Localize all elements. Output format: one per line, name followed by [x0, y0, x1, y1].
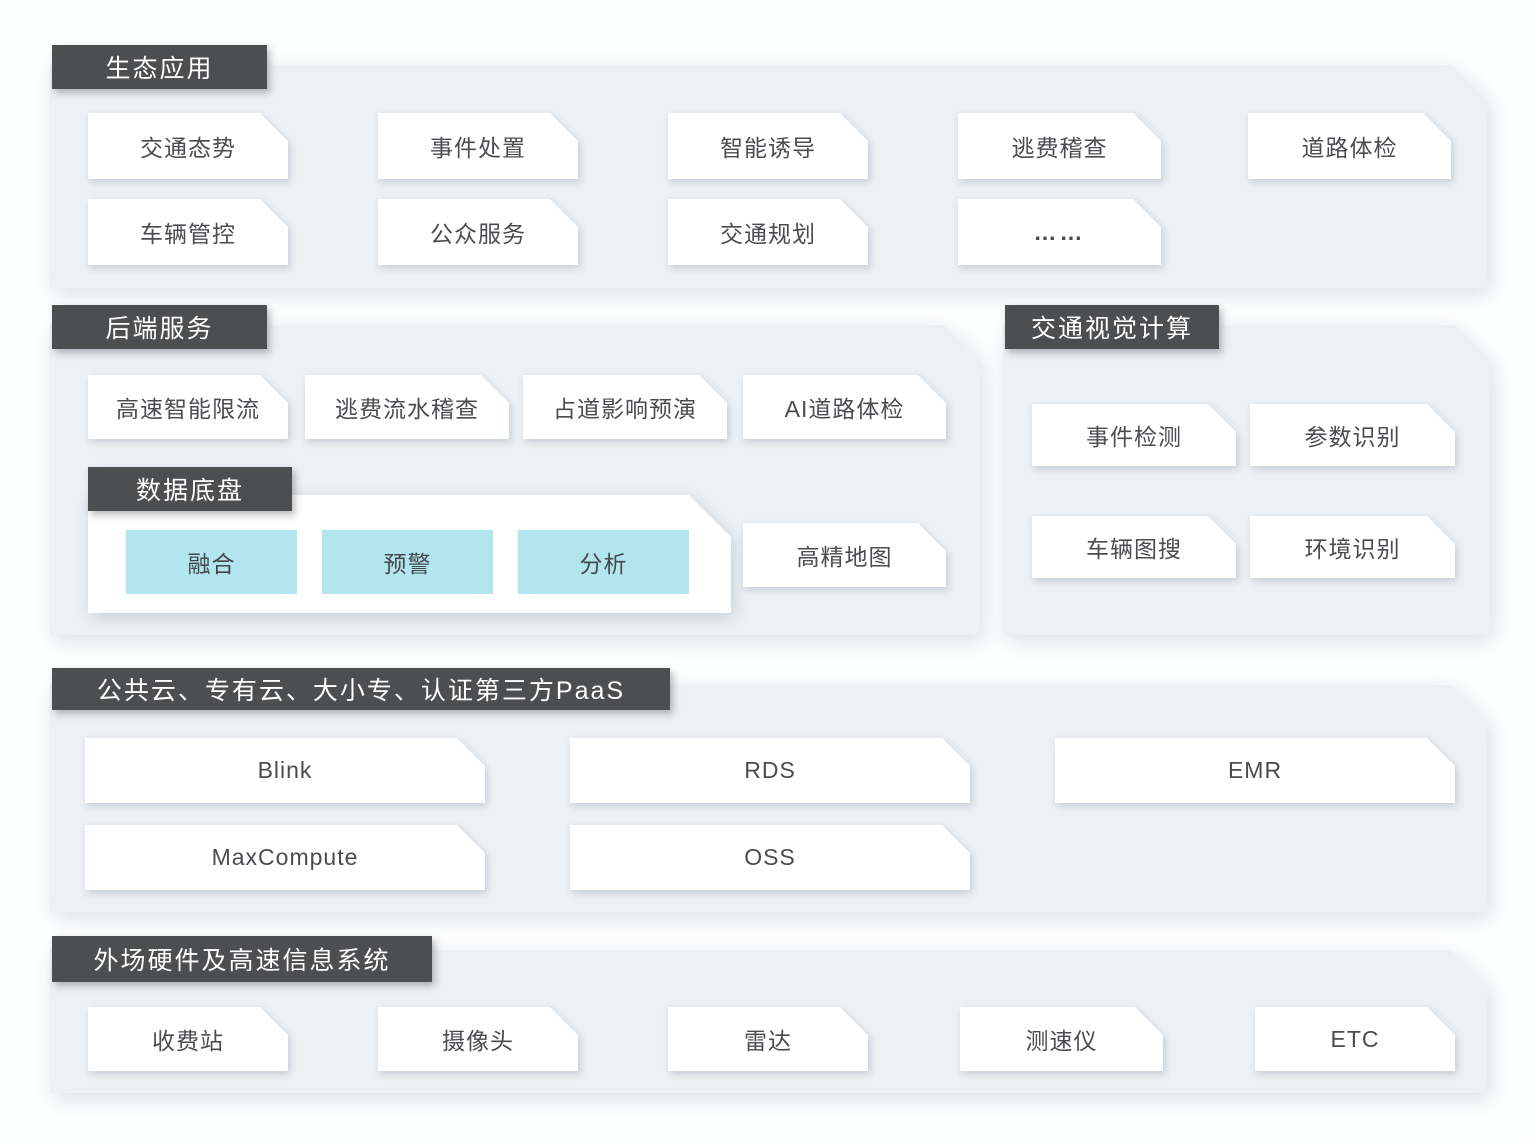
chassis-chip-fusion: 融合	[126, 530, 297, 594]
hardware-card-camera: 摄像头	[378, 1007, 578, 1071]
vision-section-panel	[1003, 325, 1490, 635]
cloud-card-emr: EMR	[1055, 738, 1455, 803]
eco-section-tag: 生态应用	[52, 45, 267, 89]
eco-card-vehicle-control: 车辆管控	[88, 199, 288, 265]
eco-card-traffic-planning: 交通规划	[668, 199, 868, 265]
cloud-card-oss: OSS	[570, 825, 970, 890]
cloud-card-rds: RDS	[570, 738, 970, 803]
eco-card-public-service: 公众服务	[378, 199, 578, 265]
eco-card-toll-evasion-audit: 逃费稽查	[958, 113, 1161, 179]
vision-section-tag: 交通视觉计算	[1005, 305, 1219, 349]
cloud-section-title: 公共云、专有云、大小专、认证第三方PaaS	[97, 671, 625, 707]
backend-card-toll-evasion-flow-audit: 逃费流水稽查	[305, 375, 509, 439]
chassis-chip-analysis: 分析	[518, 530, 689, 594]
eco-card-road-checkup: 道路体检	[1248, 113, 1451, 179]
hardware-card-radar: 雷达	[668, 1007, 868, 1071]
highway-architecture-diagram: 生态应用 交通态势 事件处置 智能诱导 逃费稽查 道路体检 车辆管控 公众服务 …	[0, 0, 1531, 1141]
vision-section-title: 交通视觉计算	[1031, 309, 1193, 345]
backend-section-tag: 后端服务	[52, 305, 267, 349]
data-chassis-tag: 数据底盘	[88, 467, 292, 511]
vision-card-vehicle-image-search: 车辆图搜	[1032, 516, 1236, 578]
backend-section-title: 后端服务	[105, 309, 213, 345]
eco-card-incident-handling: 事件处置	[378, 113, 578, 179]
eco-card-smart-guidance: 智能诱导	[668, 113, 868, 179]
backend-card-hd-map: 高精地图	[743, 523, 946, 587]
eco-card-traffic-situation: 交通态势	[88, 113, 288, 179]
backend-card-lane-occupation-preview: 占道影响预演	[523, 375, 727, 439]
cloud-card-blink: Blink	[85, 738, 485, 803]
hardware-card-speedometer: 测速仪	[960, 1007, 1163, 1071]
hardware-card-etc: ETC	[1255, 1007, 1455, 1071]
hardware-section-title: 外场硬件及高速信息系统	[93, 941, 390, 977]
hardware-section-tag: 外场硬件及高速信息系统	[52, 936, 432, 982]
cloud-card-maxcompute: MaxCompute	[85, 825, 485, 890]
backend-card-smart-flow-limit: 高速智能限流	[88, 375, 288, 439]
eco-card-more: ……	[958, 199, 1161, 265]
cloud-section-tag: 公共云、专有云、大小专、认证第三方PaaS	[52, 668, 670, 710]
data-chassis-title: 数据底盘	[136, 471, 244, 507]
backend-card-ai-road-checkup: AI道路体检	[743, 375, 946, 439]
eco-section-title: 生态应用	[105, 49, 213, 85]
vision-card-parameter-recognition: 参数识别	[1250, 404, 1455, 466]
vision-card-environment-recognition: 环境识别	[1250, 516, 1455, 578]
vision-card-event-detection: 事件检测	[1032, 404, 1236, 466]
chassis-chip-warning: 预警	[322, 530, 493, 594]
hardware-card-toll-station: 收费站	[88, 1007, 288, 1071]
